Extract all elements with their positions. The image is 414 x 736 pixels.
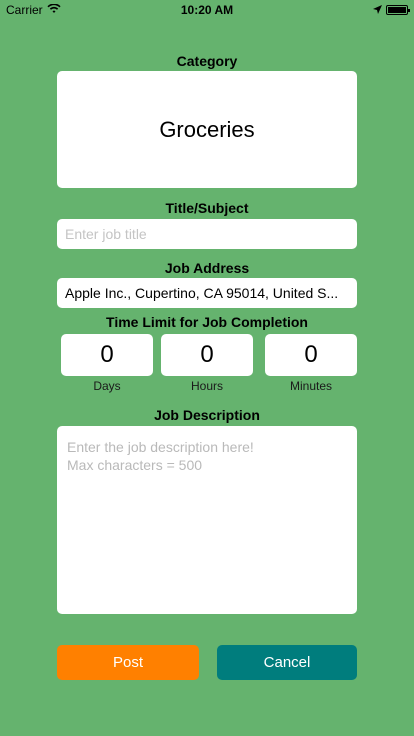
location-arrow-icon bbox=[373, 3, 382, 17]
hours-input[interactable]: 0 bbox=[161, 334, 253, 376]
job-address-value: Apple Inc., Cupertino, CA 95014, United … bbox=[65, 285, 339, 301]
category-selector[interactable]: Groceries bbox=[57, 71, 357, 188]
category-label: Category bbox=[176, 53, 238, 69]
minutes-label: Minutes bbox=[289, 379, 333, 393]
hours-label: Hours bbox=[190, 379, 223, 393]
days-input[interactable]: 0 bbox=[61, 334, 153, 376]
category-value: Groceries bbox=[159, 116, 255, 142]
job-title-input[interactable] bbox=[57, 219, 357, 249]
days-value: 0 bbox=[100, 341, 114, 368]
battery-icon bbox=[386, 5, 410, 15]
title-label: Title/Subject bbox=[165, 200, 249, 216]
job-address-label: Job Address bbox=[164, 260, 250, 276]
minutes-value: 0 bbox=[304, 341, 318, 368]
post-button[interactable]: Post bbox=[57, 645, 199, 680]
cancel-button[interactable]: Cancel bbox=[217, 645, 357, 680]
time-limit-label: Time Limit for Job Completion bbox=[106, 314, 308, 330]
job-address-field[interactable]: Apple Inc., Cupertino, CA 95014, United … bbox=[57, 278, 357, 308]
job-description-textarea[interactable] bbox=[57, 426, 357, 614]
hours-value: 0 bbox=[200, 341, 214, 368]
days-label: Days bbox=[93, 379, 121, 393]
status-bar: Carrier 10:20 AM bbox=[0, 0, 414, 20]
minutes-input[interactable]: 0 bbox=[265, 334, 357, 376]
job-description-label: Job Description bbox=[154, 407, 260, 423]
status-time: 10:20 AM bbox=[180, 3, 234, 17]
